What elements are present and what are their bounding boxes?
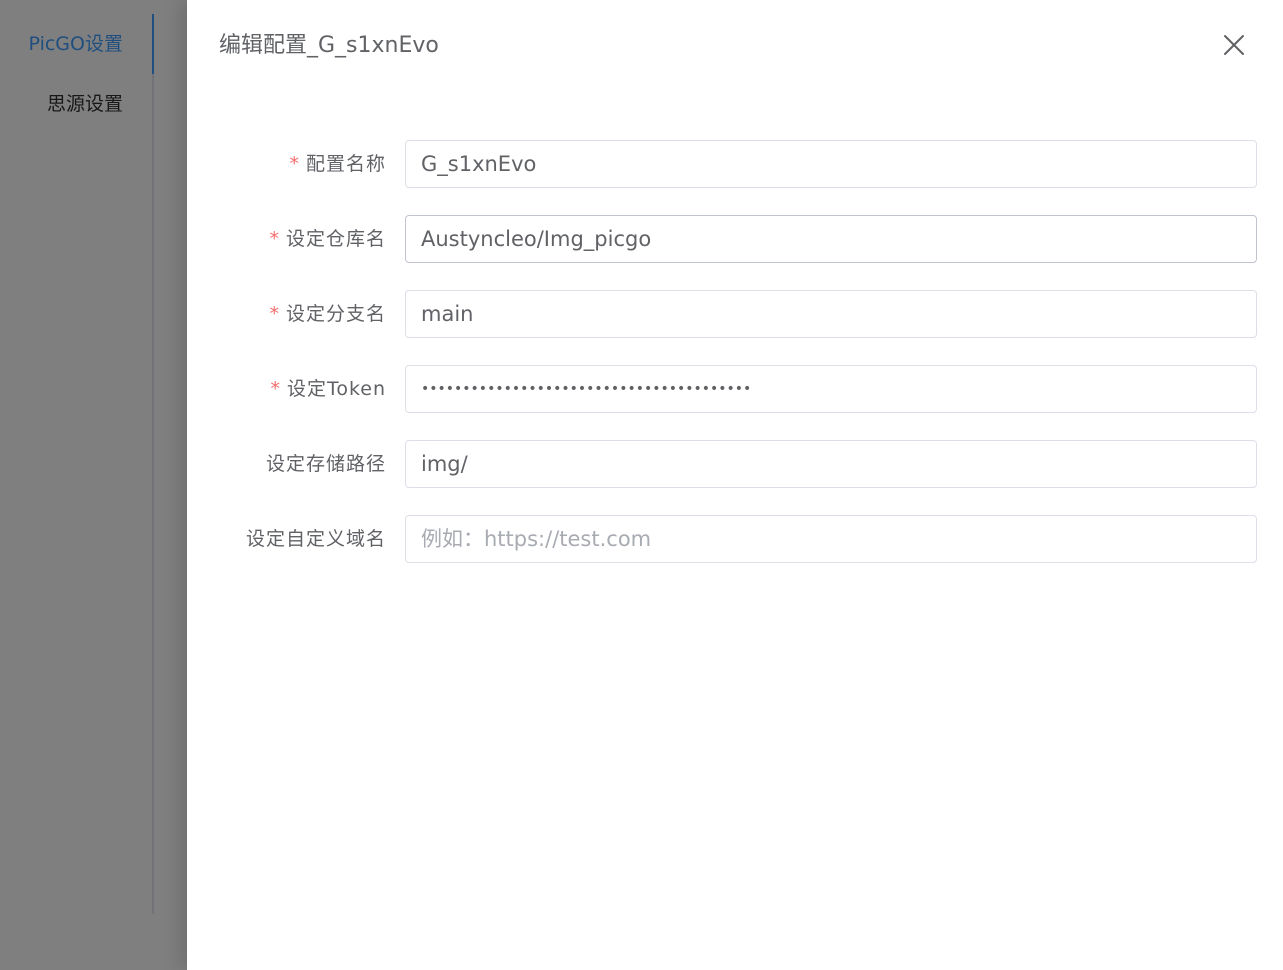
token-label: * 设定Token	[270, 378, 386, 400]
repo-name-label: * 设定仓库名	[269, 228, 386, 250]
app-root: PicGO设置 思源设置 编辑配置_G_s1xnEvo *配置名称 *设定仓库名	[0, 0, 1283, 970]
token-input[interactable]	[405, 365, 1257, 413]
branch-name-label: * 设定分支名	[269, 303, 386, 325]
storage-path-label: 设定存储路径	[265, 453, 386, 475]
form-row-repo-name: * 设定仓库名	[187, 215, 1283, 263]
branch-name-input[interactable]	[405, 290, 1257, 338]
required-asterisk: *	[269, 303, 280, 325]
custom-domain-input[interactable]	[405, 515, 1257, 563]
config-name-input[interactable]	[405, 140, 1257, 188]
config-name-label: * 配置名称	[289, 153, 386, 175]
form-row-config-name: * 配置名称	[187, 140, 1283, 188]
required-asterisk: *	[270, 378, 281, 400]
drawer-title: 编辑配置_G_s1xnEvo	[219, 33, 439, 58]
form-row-storage-path: 设定存储路径	[187, 440, 1283, 488]
form-row-custom-domain: 设定自定义域名	[187, 515, 1283, 563]
required-asterisk: *	[289, 153, 300, 175]
close-icon	[1224, 35, 1244, 55]
repo-name-input[interactable]	[405, 215, 1257, 263]
storage-path-input[interactable]	[405, 440, 1257, 488]
form-row-token: * 设定Token	[187, 365, 1283, 413]
form-row-branch-name: * 设定分支名	[187, 290, 1283, 338]
custom-domain-label: 设定自定义域名	[245, 528, 386, 550]
required-asterisk: *	[269, 228, 280, 250]
edit-config-drawer: 编辑配置_G_s1xnEvo *配置名称 *设定仓库名 *设定分支名	[187, 0, 1283, 970]
close-button[interactable]	[1219, 30, 1249, 60]
